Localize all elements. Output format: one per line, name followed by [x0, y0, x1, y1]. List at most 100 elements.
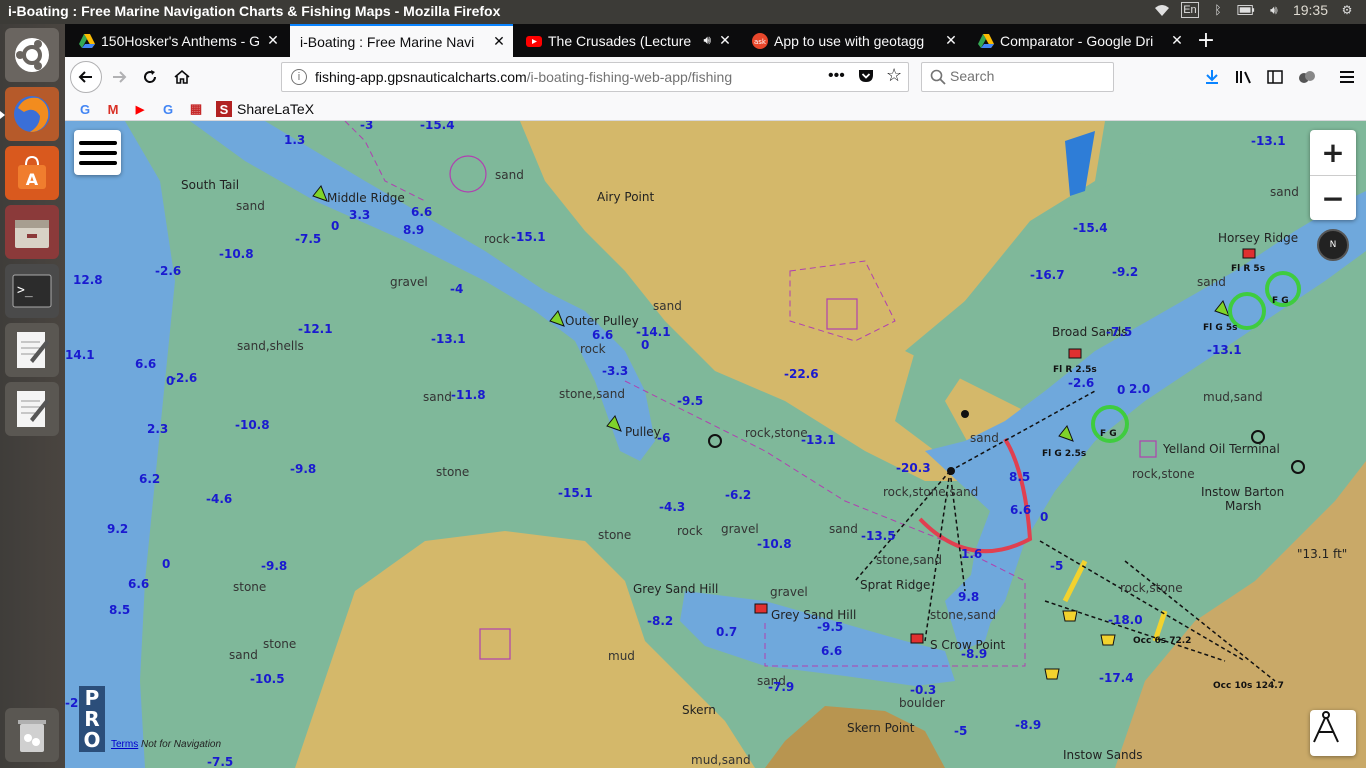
extension-icon[interactable]: [1295, 65, 1319, 89]
seabed-label: rock,stone,sand: [883, 485, 978, 499]
open-menu-icon[interactable]: [1335, 65, 1359, 89]
back-button[interactable]: [70, 61, 102, 93]
light-label: Occ 10s 124.7: [1213, 681, 1284, 691]
zoom-control: + −: [1310, 130, 1356, 220]
close-tab-icon[interactable]: ✕: [715, 32, 735, 49]
software-center-icon[interactable]: A: [5, 146, 59, 200]
depth-sounding: -13.1: [1207, 343, 1242, 357]
seabed-label: stone: [436, 465, 469, 479]
seabed-label: stone,sand: [930, 608, 996, 622]
light-label: Fl R 5s: [1231, 264, 1265, 274]
place-label: South Tail: [181, 178, 239, 192]
depth-sounding: 6.6: [411, 205, 432, 219]
tab-150hoskers-anthems[interactable]: 150Hosker's Anthems - G ✕: [69, 24, 287, 57]
depth-sounding: -17.4: [1099, 671, 1134, 685]
text-editor-icon[interactable]: [5, 323, 59, 377]
home-button[interactable]: [167, 63, 197, 91]
keyboard-layout-indicator[interactable]: En: [1180, 2, 1199, 18]
bookmark-sharelatex[interactable]: S ShareLaTeX: [216, 101, 314, 117]
depth-sounding: 0: [1040, 510, 1048, 524]
text-editor-2-icon[interactable]: [5, 382, 59, 436]
search-box[interactable]: [921, 62, 1114, 92]
depth-sounding: -6: [657, 431, 670, 445]
close-tab-icon[interactable]: ✕: [263, 32, 283, 49]
depth-sounding: 8.5: [109, 603, 130, 617]
terminal-icon[interactable]: >_: [5, 264, 59, 318]
bookmark-google[interactable]: G: [77, 101, 93, 117]
bookmark-gmail[interactable]: M: [105, 101, 121, 117]
url-text: fishing-app.gpsnauticalcharts.com/i-boat…: [315, 69, 733, 85]
seabed-label: gravel: [770, 585, 808, 599]
forward-button[interactable]: [104, 63, 134, 91]
map-menu-button[interactable]: [74, 130, 121, 175]
depth-sounding: -4: [450, 282, 463, 296]
tab-app-to-use-with-geotagg[interactable]: ask App to use with geotagg ✕: [742, 24, 965, 57]
depth-sounding: 0: [641, 338, 649, 352]
bluetooth-icon[interactable]: ᛒ: [1209, 2, 1227, 18]
place-label: Grey Sand Hill: [633, 582, 718, 596]
depth-sounding: -4.3: [659, 500, 685, 514]
terms-link[interactable]: Terms: [111, 739, 138, 750]
depth-sounding: -2.6: [171, 371, 197, 385]
new-tab-button[interactable]: +: [1193, 28, 1219, 53]
bookmark-calendar[interactable]: ▦: [188, 101, 204, 117]
volume-icon[interactable]: 🔊︎: [1265, 2, 1283, 18]
files-icon[interactable]: [5, 205, 59, 259]
depth-sounding: -20.3: [896, 461, 931, 475]
close-tab-icon[interactable]: ✕: [489, 33, 509, 50]
depth-sounding: 8.9: [403, 223, 424, 237]
bookmark-youtube[interactable]: ▶: [132, 101, 148, 117]
reload-button[interactable]: [135, 63, 165, 91]
depth-sounding: 0: [331, 219, 339, 233]
place-label: Middle Ridge: [327, 191, 405, 205]
zoom-in-button[interactable]: +: [1310, 130, 1356, 175]
bookmark-label: ShareLaTeX: [237, 101, 315, 117]
pro-badge[interactable]: P R O: [79, 686, 105, 752]
measure-tool-button[interactable]: [1310, 710, 1356, 756]
downloads-icon[interactable]: [1200, 65, 1224, 89]
yellow-markers[interactable]: [1044, 610, 1116, 680]
tab-the-crusades[interactable]: The Crusades (Lecture 🔊︎ ✕: [516, 24, 739, 57]
light-sector-yellow: [1062, 559, 1088, 603]
battery-icon[interactable]: [1237, 2, 1255, 18]
zoom-out-button[interactable]: −: [1310, 175, 1356, 220]
library-icon[interactable]: [1232, 65, 1256, 89]
url-bar[interactable]: i fishing-app.gpsnauticalcharts.com/i-bo…: [281, 62, 909, 92]
nautical-chart-map[interactable]: South Tail Middle Ridge Airy Point Outer Pu…: [65, 121, 1366, 768]
window-title: i-Boating : Free Marine Navigation Chart…: [8, 3, 501, 19]
depth-sounding: 2.3: [147, 422, 168, 436]
seabed-label: stone,sand: [559, 387, 625, 401]
sidebar-icon[interactable]: [1263, 65, 1287, 89]
navigation-bar: i fishing-app.gpsnauticalcharts.com/i-bo…: [65, 57, 1366, 97]
system-menu-icon[interactable]: ⚙︎: [1338, 2, 1356, 18]
close-tab-icon[interactable]: ✕: [941, 32, 961, 49]
tab-i-boating[interactable]: i-Boating : Free Marine Navi ✕: [290, 24, 513, 57]
seabed-label: mud,sand: [1203, 390, 1263, 404]
clock[interactable]: 19:35: [1293, 2, 1328, 18]
depth-sounding: -7.5: [295, 232, 321, 246]
bookmark-google-2[interactable]: G: [160, 101, 176, 117]
depth-sounding: 8.5: [1009, 470, 1030, 484]
place-label: Instow Barton: [1201, 485, 1284, 499]
tab-comparator[interactable]: Comparator - Google Dri ✕: [968, 24, 1191, 57]
site-info-icon[interactable]: i: [291, 69, 307, 85]
depth-sounding: -18.0: [1108, 613, 1143, 627]
wifi-icon[interactable]: [1153, 2, 1171, 18]
page-actions-icon[interactable]: •••: [828, 67, 845, 85]
firefox-icon[interactable]: [0, 87, 59, 141]
depth-sounding: -10.8: [219, 247, 254, 261]
close-tab-icon[interactable]: ✕: [1167, 32, 1187, 49]
compass-icon[interactable]: N: [1317, 229, 1349, 261]
ubuntu-dash-icon[interactable]: [5, 28, 59, 82]
chart-canvas[interactable]: South Tail Middle Ridge Airy Point Outer Pu…: [65, 121, 1366, 768]
map-footer: Terms Not for Navigation: [111, 739, 221, 750]
depth-sounding: 1.3: [284, 133, 305, 147]
bookmark-star-icon[interactable]: ☆: [886, 65, 902, 86]
pocket-icon[interactable]: [858, 68, 874, 87]
speaker-icon[interactable]: 🔊︎: [703, 33, 711, 48]
search-input[interactable]: [950, 68, 1100, 84]
trash-icon[interactable]: [5, 708, 59, 762]
seabed-label: stone,sand: [876, 553, 942, 567]
google-drive-icon: [79, 33, 95, 49]
seabed-label: rock,stone: [1132, 467, 1195, 481]
